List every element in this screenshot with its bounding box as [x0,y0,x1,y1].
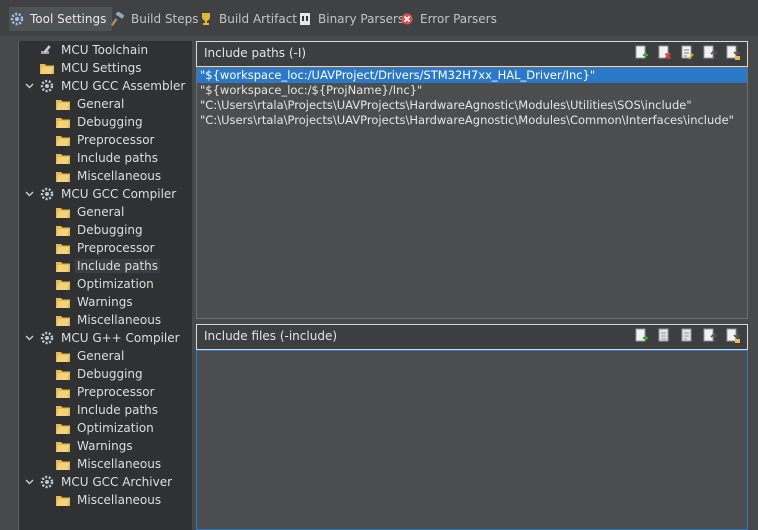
folder-icon [55,312,71,328]
chevron-down-icon[interactable] [23,332,35,344]
tab-build-artifact[interactable]: Build Artifact [198,7,297,31]
folder-icon [55,384,71,400]
folder-icon [55,114,71,130]
folder-icon [55,276,71,292]
folder-icon [39,60,55,76]
gear-icon [39,330,55,346]
binary-icon [297,11,313,27]
tree-item-mcu-toolchain[interactable]: MCU Toolchain [39,41,150,59]
folder-icon [55,492,71,508]
gear-icon [39,474,55,490]
tree-item-mcu-gcc-archiver[interactable]: MCU GCC Archiver [23,473,174,491]
tree-item-compiler-debugging[interactable]: Debugging [55,221,145,239]
tree-item-assembler-miscellaneous[interactable]: Miscellaneous [55,167,163,185]
folder-icon [55,348,71,364]
delete-icon[interactable] [656,45,672,61]
tree-item-mcu-gcc-compiler[interactable]: MCU GCC Compiler [23,185,178,203]
include-paths-header: Include paths (-I) [196,41,748,67]
include-paths-panel: Include paths (-I) "${workspace_loc:/UAV… [196,41,748,319]
move-up-icon[interactable] [702,328,718,344]
add-icon[interactable] [633,328,649,344]
tab-tool-settings[interactable]: Tool Settings [9,7,113,31]
folder-icon [55,132,71,148]
settings-tab-bar: Tool Settings Build Steps Build Artifact… [0,0,758,36]
tab-label: Binary Parsers [318,12,405,26]
chevron-down-icon[interactable] [23,476,35,488]
edit-icon[interactable] [679,328,695,344]
tree-item-assembler-debugging[interactable]: Debugging [55,113,145,131]
tree-item-gpp-general[interactable]: General [55,347,126,365]
folder-icon [55,222,71,238]
folder-icon [55,420,71,436]
include-files-toolbar [633,328,741,344]
add-icon[interactable] [633,45,649,61]
tree-item-compiler-include-paths[interactable]: Include paths [55,257,161,275]
tab-label: Error Parsers [420,12,497,26]
tab-label: Tool Settings [30,12,107,26]
trophy-icon [198,11,214,27]
folder-icon [55,402,71,418]
move-up-icon[interactable] [702,45,718,61]
tab-error-parsers[interactable]: Error Parsers [399,7,497,31]
chevron-down-icon[interactable] [23,188,35,200]
tree-item-gpp-include-paths[interactable]: Include paths [55,401,160,419]
tree-item-assembler-include-paths[interactable]: Include paths [55,149,160,167]
folder-icon [55,204,71,220]
folder-icon [55,294,71,310]
tree-item-compiler-general[interactable]: General [55,203,126,221]
folder-icon [55,96,71,112]
folder-icon [55,240,71,256]
tree-item-compiler-warnings[interactable]: Warnings [55,293,135,311]
include-files-title: Include files (-include) [204,329,338,343]
include-paths-title: Include paths (-I) [204,46,307,60]
delete-icon[interactable] [656,328,672,344]
tree-item-compiler-miscellaneous[interactable]: Miscellaneous [55,311,163,329]
tree-item-archiver-miscellaneous[interactable]: Miscellaneous [55,491,163,509]
list-item[interactable]: "${workspace_loc:/${ProjName}/Inc}" [197,83,747,98]
hammer-icon [110,11,126,27]
move-down-icon[interactable] [725,328,741,344]
tree-item-assembler-general[interactable]: General [55,95,126,113]
list-item[interactable]: "C:\Users\rtala\Projects\UAVProjects\Har… [197,98,747,113]
error-icon [399,11,415,27]
include-files-list[interactable] [196,350,748,530]
tab-label: Build Artifact [219,12,297,26]
settings-tree: MCU Toolchain MCU Settings MCU GCC Assem… [18,41,192,530]
list-item[interactable]: "${workspace_loc:/UAVProject/Drivers/STM… [197,68,747,83]
toolchain-icon [39,42,55,58]
gear-icon [9,11,25,27]
list-item[interactable]: "C:\Users\rtala\Projects\UAVProjects\Har… [197,113,747,128]
move-down-icon[interactable] [725,45,741,61]
tree-item-mcu-settings[interactable]: MCU Settings [39,59,144,77]
tree-item-compiler-preprocessor[interactable]: Preprocessor [55,239,156,257]
folder-icon [55,258,71,274]
include-paths-list[interactable]: "${workspace_loc:/UAVProject/Drivers/STM… [196,67,748,319]
folder-icon [55,168,71,184]
tab-label: Build Steps [131,12,199,26]
edit-icon[interactable] [679,45,695,61]
chevron-down-icon[interactable] [23,80,35,92]
tree-item-gpp-miscellaneous[interactable]: Miscellaneous [55,455,163,473]
include-paths-toolbar [633,45,741,61]
folder-icon [55,438,71,454]
folder-icon [55,366,71,382]
tree-item-gpp-warnings[interactable]: Warnings [55,437,135,455]
tree-item-gpp-preprocessor[interactable]: Preprocessor [55,383,156,401]
folder-icon [55,150,71,166]
gear-icon [39,186,55,202]
tree-item-assembler-preprocessor[interactable]: Preprocessor [55,131,156,149]
tree-item-compiler-optimization[interactable]: Optimization [55,275,156,293]
tree-item-mcu-gcc-assembler[interactable]: MCU GCC Assembler [23,77,187,95]
folder-icon [55,456,71,472]
gear-icon [39,78,55,94]
include-files-header: Include files (-include) [196,324,748,350]
tree-item-gpp-optimization[interactable]: Optimization [55,419,156,437]
tree-item-mcu-gpp-compiler[interactable]: MCU G++ Compiler [23,329,182,347]
tree-item-gpp-debugging[interactable]: Debugging [55,365,145,383]
tab-build-steps[interactable]: Build Steps [110,7,199,31]
include-files-panel: Include files (-include) [196,324,748,530]
tab-binary-parsers[interactable]: Binary Parsers [297,7,404,31]
